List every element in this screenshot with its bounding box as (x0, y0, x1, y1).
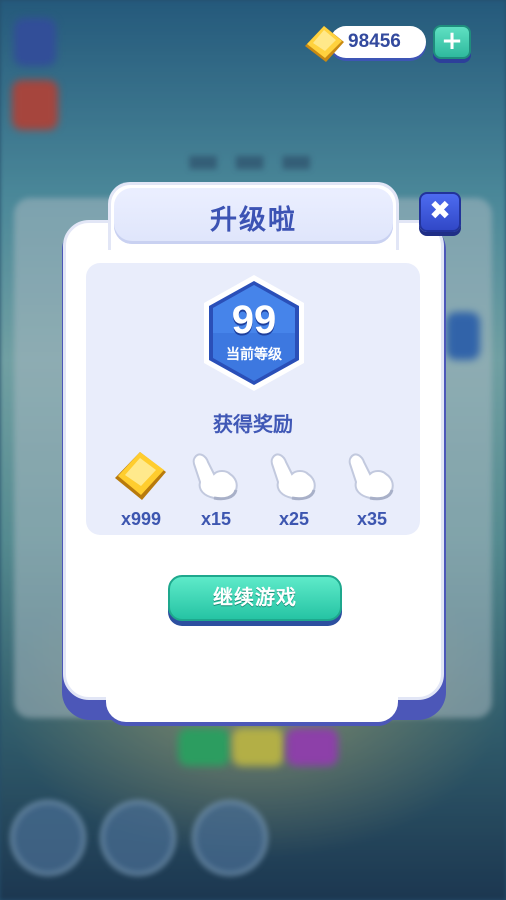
gem-count: 98456 (348, 31, 401, 52)
current-level-label: 当前等级 (226, 347, 282, 363)
popup-bottom-tab (106, 690, 398, 722)
rewards-heading: 获得奖励 (213, 412, 293, 436)
pointing-hand-icon (192, 453, 238, 501)
pointing-hand-icon (348, 453, 394, 501)
reward-quantity: x25 (278, 509, 310, 529)
current-level-number: 99 (231, 298, 277, 342)
continue-game-button[interactable]: 继续游戏 (168, 575, 342, 621)
gold-gem-icon (115, 452, 166, 500)
reward-quantity: x999 (120, 509, 162, 529)
pointing-hand-icon (270, 453, 316, 501)
popup-title: 升级啦 (210, 205, 297, 236)
gold-gem-icon (305, 26, 344, 62)
close-button[interactable]: ✖ (419, 192, 461, 232)
add-gems-button[interactable]: + (433, 25, 471, 59)
reward-quantity: x35 (356, 509, 388, 529)
reward-quantity: x15 (200, 509, 232, 529)
